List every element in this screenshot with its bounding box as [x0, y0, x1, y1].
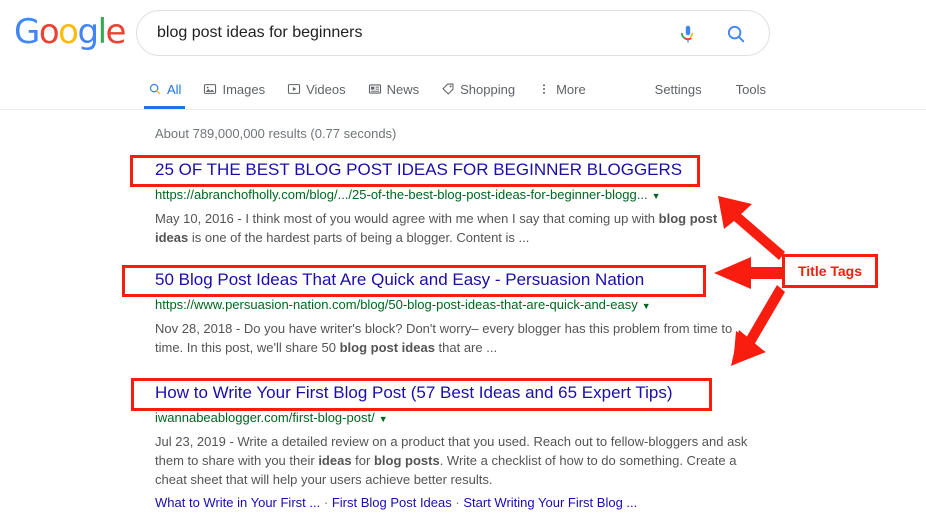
result-stats: About 789,000,000 results (0.77 seconds): [155, 126, 397, 141]
result-url[interactable]: https://www.persuasion-nation.com/blog/5…: [155, 295, 755, 316]
result-url-text: iwannabeablogger.com/first-blog-post/: [155, 410, 375, 425]
news-icon: [368, 82, 382, 96]
sitelink-2[interactable]: First Blog Post Ideas: [332, 495, 452, 510]
result-title-link[interactable]: 25 OF THE BEST BLOG POST IDEAS FOR BEGIN…: [155, 158, 755, 182]
more-vertical-icon: [537, 82, 551, 96]
tab-shopping-label: Shopping: [460, 81, 516, 97]
search-tabs: All Images Videos News Shopping More: [143, 70, 608, 109]
result-date: May 10, 2016: [155, 211, 234, 226]
logo-letter-g2: g: [77, 12, 99, 52]
snippet-highlight: blog post ideas: [339, 340, 435, 355]
search-result-1: 25 OF THE BEST BLOG POST IDEAS FOR BEGIN…: [155, 158, 755, 247]
video-icon: [287, 82, 301, 96]
tab-more-label: More: [556, 81, 586, 97]
settings-button[interactable]: Settings: [655, 82, 702, 97]
search-submit-icon[interactable]: [725, 23, 747, 45]
result-title-link[interactable]: 50 Blog Post Ideas That Are Quick and Ea…: [155, 268, 755, 292]
microphone-icon[interactable]: [677, 23, 699, 45]
result-date: Jul 23, 2019: [155, 434, 226, 449]
snippet-mid: for: [351, 453, 374, 468]
logo-letter-e: e: [105, 12, 127, 52]
snippet-highlight: ideas: [318, 453, 352, 468]
google-search-results-page: Google blog post ideas for beginners All…: [0, 0, 926, 518]
tab-news-label: News: [386, 81, 420, 97]
result-date: Nov 28, 2018: [155, 321, 233, 336]
page-header: Google: [0, 0, 926, 66]
tab-images-label: Images: [222, 81, 266, 97]
tag-icon: [441, 82, 455, 96]
annotation-label-text: Title Tags: [797, 263, 863, 279]
sitelink-3[interactable]: Start Writing Your First Blog ...: [463, 495, 637, 510]
image-icon: [203, 82, 217, 96]
tab-shopping[interactable]: Shopping: [441, 70, 515, 108]
snippet-post: that are ...: [434, 340, 498, 355]
result-snippet: May 10, 2016 - I think most of you would…: [155, 209, 750, 247]
result-url[interactable]: https://abranchofholly.com/blog/.../25-o…: [155, 185, 755, 206]
result-sitelinks: What to Write in Your First ... · First …: [155, 493, 755, 513]
logo-letter-g1: G: [14, 12, 40, 52]
result-url-text: https://abranchofholly.com/blog/.../25-o…: [155, 187, 648, 202]
result-snippet: Nov 28, 2018 - Do you have writer's bloc…: [155, 319, 750, 357]
logo-letter-l: l: [97, 12, 107, 52]
result-title-link[interactable]: How to Write Your First Blog Post (57 Be…: [155, 381, 755, 405]
google-logo[interactable]: Google: [14, 12, 127, 52]
sitelink-separator: ·: [455, 495, 460, 510]
chevron-down-icon[interactable]: ▼: [379, 414, 388, 424]
tools-button[interactable]: Tools: [736, 82, 766, 97]
search-nav-bar: All Images Videos News Shopping More Set…: [0, 70, 926, 110]
search-input[interactable]: [155, 11, 675, 55]
sitelink-separator: ·: [323, 495, 329, 510]
tab-all-label: All: [167, 81, 182, 97]
search-result-3: How to Write Your First Blog Post (57 Be…: [155, 381, 755, 513]
logo-letter-o2: o: [58, 12, 79, 52]
search-result-2: 50 Blog Post Ideas That Are Quick and Ea…: [155, 268, 755, 357]
search-tools-group: Settings Tools: [621, 70, 766, 108]
tab-videos[interactable]: Videos: [287, 70, 346, 108]
snippet-highlight-2: blog posts: [373, 453, 440, 468]
tab-news[interactable]: News: [368, 70, 420, 108]
tab-more[interactable]: More: [537, 70, 586, 108]
result-url[interactable]: iwannabeablogger.com/first-blog-post/ ▼: [155, 408, 755, 429]
tab-all[interactable]: All: [143, 70, 186, 109]
tab-videos-label: Videos: [306, 81, 346, 97]
logo-letter-o1: o: [38, 12, 60, 52]
search-bar[interactable]: [136, 10, 770, 56]
snippet-post: is one of the hardest parts of being a b…: [188, 230, 530, 245]
snippet-pre: - I think most of you would agree with m…: [233, 211, 659, 226]
chevron-down-icon[interactable]: ▼: [642, 301, 651, 311]
sitelink-1[interactable]: What to Write in Your First ...: [155, 495, 320, 510]
annotation-label-title-tags: Title Tags: [782, 254, 878, 288]
tab-images[interactable]: Images: [203, 70, 265, 108]
chevron-down-icon[interactable]: ▼: [652, 191, 661, 201]
search-icon: [148, 82, 162, 96]
result-url-text: https://www.persuasion-nation.com/blog/5…: [155, 297, 638, 312]
result-snippet: Jul 23, 2019 - Write a detailed review o…: [155, 432, 750, 489]
